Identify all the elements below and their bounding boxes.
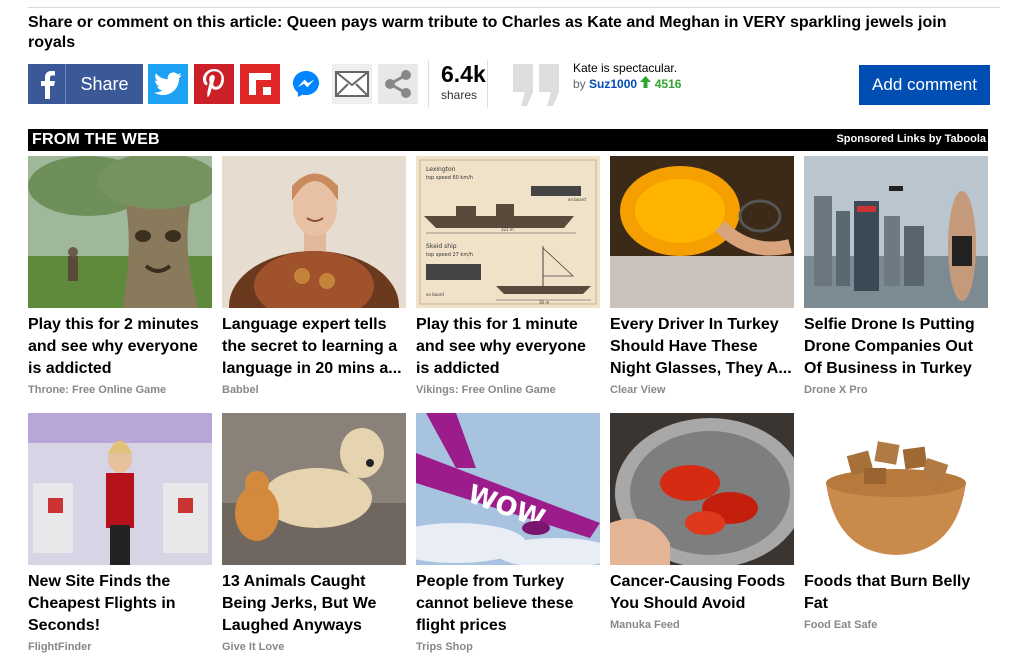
ship1-on-board: on board <box>568 197 586 202</box>
card-title[interactable]: Play this for 1 minute and see why every… <box>416 314 600 380</box>
share-article-title: Share or comment on this article: Queen … <box>28 14 947 51</box>
flipboard-icon <box>249 73 271 95</box>
share-count: 6.4k shares <box>428 60 488 108</box>
more-share-button[interactable] <box>378 64 418 104</box>
ship1-speed: top speed 60 km/h <box>426 175 473 181</box>
share-nodes-icon <box>385 70 411 98</box>
card-source: Manuka Feed <box>610 619 680 631</box>
sponsored-card[interactable]: Lexington top speed 60 km/h on board 321… <box>416 156 600 396</box>
from-the-web-header: FROM THE WEB Sponsored Links by Taboola <box>28 129 988 151</box>
facebook-share-label: Share <box>80 73 129 94</box>
messenger-icon <box>293 71 319 97</box>
card-source: Food Eat Safe <box>804 619 878 631</box>
card-title[interactable]: Play this for 2 minutes and see why ever… <box>28 314 212 380</box>
tree-face-game-image <box>28 156 212 308</box>
selfie-drone-image <box>804 156 988 308</box>
top-comment: Kate is spectacular. by Suz1000 4516 <box>573 61 681 92</box>
dog-and-cat-image <box>222 413 406 565</box>
comment-user-link[interactable]: Suz1000 <box>589 77 637 91</box>
comment-by: by <box>573 77 586 91</box>
top-divider <box>28 7 1000 8</box>
card-source: Give It Love <box>222 641 285 653</box>
flight-attendant-image <box>28 413 212 565</box>
language-expert-photo <box>222 156 406 308</box>
sponsored-card[interactable]: Selfie Drone Is Putting Drone Companies … <box>804 156 988 396</box>
messenger-share-button[interactable] <box>286 64 326 104</box>
card-source: Vikings: Free Online Game <box>416 384 556 396</box>
card-title[interactable]: Foods that Burn Belly Fat <box>804 571 988 615</box>
cereal-bowl-image <box>804 413 988 565</box>
card-source: Clear View <box>610 384 666 396</box>
card-source: Trips Shop <box>416 641 473 653</box>
upvote-arrow-icon <box>640 76 654 91</box>
sponsored-card[interactable]: Language expert tells the secret to lear… <box>222 156 406 396</box>
comment-score: 4516 <box>654 77 682 91</box>
quote-icon <box>513 64 563 111</box>
pinterest-share-button[interactable] <box>194 64 234 104</box>
pinterest-icon <box>203 69 224 98</box>
share-count-number: 6.4k <box>441 61 486 87</box>
card-source: Drone X Pro <box>804 384 868 396</box>
card-title[interactable]: Language expert tells the secret to lear… <box>222 314 406 380</box>
card-title[interactable]: New Site Finds the Cheapest Flights in S… <box>28 571 212 637</box>
ship1-name: Lexington <box>426 166 456 173</box>
twitter-share-button[interactable] <box>148 64 188 104</box>
facebook-icon <box>28 64 66 104</box>
ship2-name: Skeid ship <box>426 243 457 250</box>
card-source: FlightFinder <box>28 641 92 653</box>
card-title[interactable]: People from Turkey cannot believe these … <box>416 571 600 637</box>
mail-icon <box>335 71 369 97</box>
sponsored-card[interactable]: Cancer-Causing Foods You Should Avoid Ma… <box>610 413 794 631</box>
ship2-length: 30 m <box>539 300 549 305</box>
card-title[interactable]: Every Driver In Turkey Should Have These… <box>610 314 794 380</box>
share-bar: Share 6.4k shares Kate is spectacular. b… <box>28 60 990 108</box>
card-title[interactable]: 13 Animals Caught Being Jerks, But We La… <box>222 571 406 637</box>
share-count-label: shares <box>441 88 478 102</box>
ship1-length: 321 m <box>501 227 514 232</box>
ship2-on-board: on board <box>426 292 444 297</box>
flipboard-share-button[interactable] <box>240 64 280 104</box>
card-source: Throne: Free Online Game <box>28 384 167 396</box>
from-the-web-title: FROM THE WEB <box>32 131 160 148</box>
ship-comparison-image: Lexington top speed 60 km/h on board 321… <box>416 156 600 308</box>
ship2-speed: top speed 27 km/h <box>426 252 473 258</box>
email-share-button[interactable] <box>332 64 372 104</box>
sponsored-card[interactable]: New Site Finds the Cheapest Flights in S… <box>28 413 212 653</box>
sponsored-card[interactable]: 13 Animals Caught Being Jerks, But We La… <box>222 413 406 653</box>
sponsored-card[interactable]: Foods that Burn Belly Fat Food Eat Safe <box>804 413 988 631</box>
facebook-share-button[interactable]: Share <box>28 64 143 104</box>
card-title[interactable]: Cancer-Causing Foods You Should Avoid <box>610 571 794 615</box>
card-source: Babbel <box>222 384 259 396</box>
tomatoes-colander-image <box>610 413 794 565</box>
add-comment-button[interactable]: Add comment <box>859 65 990 105</box>
night-glasses-image <box>610 156 794 308</box>
sponsored-card[interactable]: Every Driver In Turkey Should Have These… <box>610 156 794 396</box>
wow-airplane-image: WOW <box>416 413 600 565</box>
sponsored-card[interactable]: Play this for 2 minutes and see why ever… <box>28 156 212 396</box>
comment-text: Kate is spectacular. <box>573 61 678 75</box>
card-title[interactable]: Selfie Drone Is Putting Drone Companies … <box>804 314 988 380</box>
sponsored-card[interactable]: WOW People from Turkey cannot believe th… <box>416 413 600 653</box>
sponsored-links-label[interactable]: Sponsored Links by Taboola <box>836 133 986 145</box>
twitter-icon <box>154 72 182 96</box>
